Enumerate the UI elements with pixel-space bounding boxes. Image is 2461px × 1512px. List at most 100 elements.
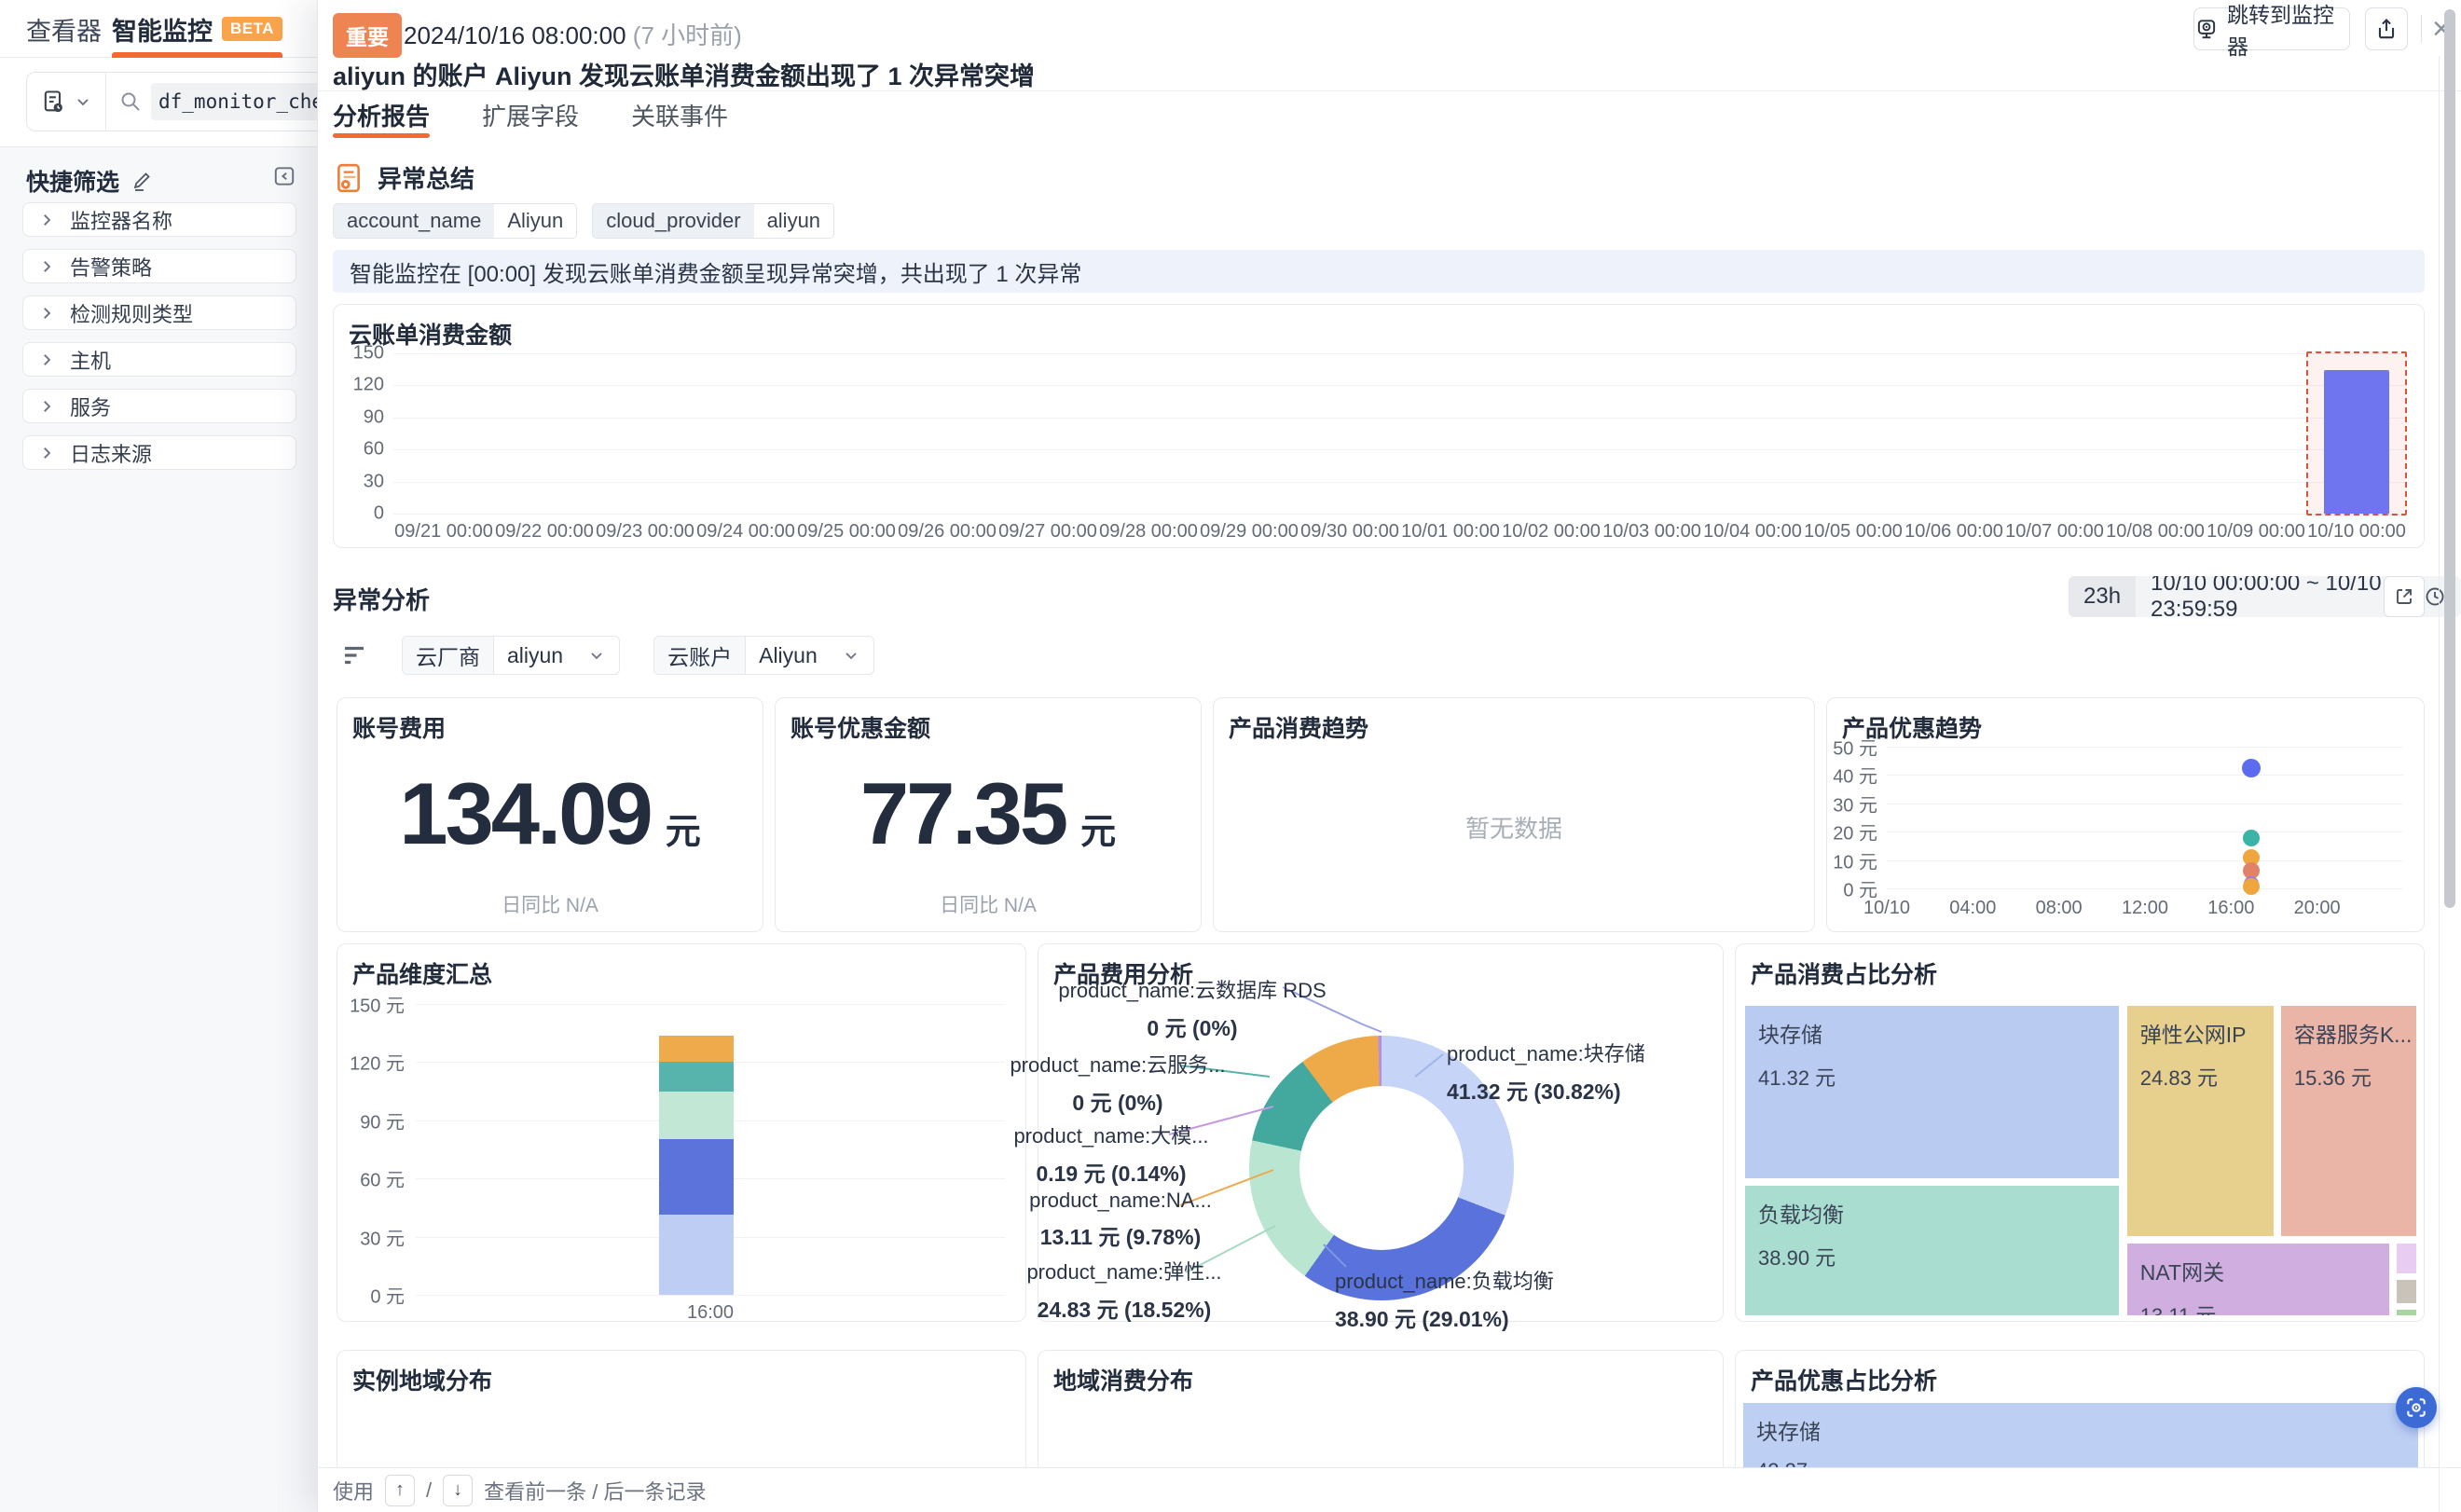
treemap-label: 弹性公网IP bbox=[2140, 1017, 2274, 1049]
search-icon bbox=[119, 90, 142, 113]
x-tick-label: 09/26 00:00 bbox=[897, 521, 997, 543]
filter-item-label: 日志来源 bbox=[70, 438, 152, 468]
x-tick-label: 04:00 bbox=[1949, 898, 1996, 919]
y-tick-label: 150 元 bbox=[350, 991, 405, 1018]
treemap-block-sliver[interactable] bbox=[2395, 1308, 2418, 1317]
stack-segment-NAT网关[interactable] bbox=[659, 1036, 734, 1061]
quick-filter-header: 快捷筛选 bbox=[26, 164, 153, 198]
scroll-track-divider bbox=[2439, 56, 2440, 1512]
x-tick-label: 09/29 00:00 bbox=[1199, 521, 1299, 543]
y-tick-label: 60 元 bbox=[360, 1165, 405, 1192]
chart-title: 产品维度汇总 bbox=[352, 956, 492, 990]
arrow-down-key-icon: ↓ bbox=[443, 1475, 473, 1506]
chevron-right-icon bbox=[38, 305, 55, 322]
stack-segment-弹性公网IP[interactable] bbox=[659, 1092, 734, 1140]
select-label: 云账户 bbox=[654, 637, 746, 674]
gridline bbox=[1887, 747, 2403, 748]
collapse-sidebar-icon[interactable] bbox=[272, 164, 296, 188]
chevron-down-icon bbox=[74, 92, 92, 111]
treemap-block-sliver[interactable] bbox=[2395, 1278, 2418, 1305]
share-button[interactable] bbox=[2365, 7, 2408, 50]
chart-card-instance-region: 实例地域分布 bbox=[337, 1350, 1026, 1467]
treemap-block-块存储[interactable]: 块存储41.32 元 bbox=[1743, 1004, 2121, 1180]
filter-item-alert-policy[interactable]: 告警策略 bbox=[22, 249, 296, 283]
x-tick-label: 10/09 00:00 bbox=[2206, 521, 2306, 543]
chart-title: 地域消费分布 bbox=[1053, 1363, 1193, 1396]
stat-subtext: 日同比 N/A bbox=[776, 890, 1201, 918]
filter-item-rule-type[interactable]: 检测规则类型 bbox=[22, 296, 296, 330]
x-tick-label: 09/24 00:00 bbox=[695, 521, 796, 543]
filter-item-log-source[interactable]: 日志来源 bbox=[22, 435, 296, 470]
filter-item-host[interactable]: 主机 bbox=[22, 342, 296, 377]
open-in-new-button[interactable] bbox=[2384, 576, 2425, 617]
x-tick-label: 10/05 00:00 bbox=[1803, 521, 1904, 543]
severity-badge: 重要 bbox=[333, 13, 402, 58]
timestamp-value: 2024/10/16 08:00:00 bbox=[404, 21, 626, 49]
monitor-icon bbox=[2194, 17, 2219, 41]
treemap-block-弹性公网IP[interactable]: 弹性公网IP24.83 元 bbox=[2125, 1004, 2275, 1238]
chart-title: 实例地域分布 bbox=[352, 1363, 492, 1396]
chart-title: 产品优惠占比分析 bbox=[1751, 1363, 1937, 1396]
x-tick-label: 10/04 00:00 bbox=[1702, 521, 1803, 543]
clock-icon bbox=[2424, 585, 2446, 608]
stack-segment-容器服务K8s[interactable] bbox=[659, 1062, 734, 1092]
footer-text: 查看前一条 / 后一条记录 bbox=[484, 1476, 706, 1505]
filter-item-monitor-name[interactable]: 监控器名称 bbox=[22, 202, 296, 237]
stack-segment-负载均衡[interactable] bbox=[659, 1139, 734, 1215]
select-value: aliyun bbox=[507, 643, 563, 668]
scatter-dot-其他[interactable] bbox=[2243, 878, 2260, 895]
event-detail-panel: 重要 2024/10/16 08:00:00 (7 小时前) 跳转到监控器 × … bbox=[317, 0, 2461, 1512]
y-axis: 0 元10 元20 元30 元40 元50 元 bbox=[1827, 747, 1877, 888]
treemap-block-NAT网关[interactable]: NAT网关13.11 元 bbox=[2125, 1242, 2391, 1317]
chart-card-product-discount-trend: 产品优惠趋势 0 元10 元20 元30 元40 元50 元 10/1004:0… bbox=[1826, 697, 2425, 932]
tab-smart-monitor[interactable]: 智能监控 BETA bbox=[112, 0, 282, 58]
x-tick-label: 20:00 bbox=[2294, 898, 2341, 919]
tag-cloud-provider[interactable]: cloud_provider aliyun bbox=[592, 203, 834, 239]
x-tick-label: 09/21 00:00 bbox=[393, 521, 494, 543]
tab-smart-monitor-label: 智能监控 bbox=[112, 11, 213, 48]
time-range-text: 10/10 00:00:00 ~ 10/10 23:59:59 bbox=[2151, 576, 2413, 617]
search-box[interactable]: df_monitor_check bbox=[26, 72, 334, 131]
tag-account-name[interactable]: account_name Aliyun bbox=[333, 203, 577, 239]
donut-label-ecs: product_name:云服务...0 元 (0%) bbox=[1010, 1049, 1225, 1117]
x-tick-label: 10/06 00:00 bbox=[1904, 521, 2004, 543]
chart-title: 产品消费占比分析 bbox=[1751, 956, 1937, 990]
treemap-label: 块存储 bbox=[1756, 1414, 2418, 1446]
footer-separator: / bbox=[426, 1478, 432, 1503]
gridline bbox=[1887, 775, 2403, 776]
inspect-floating-button[interactable] bbox=[2396, 1387, 2437, 1428]
tab-extended-fields[interactable]: 扩展字段 bbox=[482, 91, 579, 138]
summary-heading-label: 异常总结 bbox=[378, 160, 474, 195]
treemap-block-负载均衡[interactable]: 负载均衡38.90 元 bbox=[1743, 1184, 2121, 1317]
tab-analysis-report[interactable]: 分析报告 bbox=[333, 91, 430, 138]
analysis-heading: 异常分析 bbox=[333, 582, 430, 616]
select-cloud-provider[interactable]: 云厂商 aliyun bbox=[402, 636, 620, 675]
stack-segment-块存储[interactable] bbox=[659, 1215, 734, 1295]
scatter-dot-容器服务K8s[interactable] bbox=[2243, 830, 2260, 846]
anomaly-bar[interactable] bbox=[2324, 370, 2388, 514]
tab-related-events[interactable]: 关联事件 bbox=[631, 91, 728, 138]
filter-item-service[interactable]: 服务 bbox=[22, 389, 296, 423]
event-timestamp: 2024/10/16 08:00:00 (7 小时前) bbox=[404, 17, 742, 51]
select-cloud-account[interactable]: 云账户 Aliyun bbox=[653, 636, 874, 675]
analysis-filters: 云厂商 aliyun 云账户 Aliyun bbox=[340, 636, 874, 675]
jump-to-monitor-label: 跳转到监控器 bbox=[2227, 0, 2349, 61]
viewer-type-dropdown[interactable] bbox=[27, 73, 106, 131]
stat-unit: 元 bbox=[1080, 803, 1116, 854]
search-input[interactable]: df_monitor_check bbox=[106, 83, 333, 120]
filter-lines-icon[interactable] bbox=[340, 641, 368, 669]
chart-card-product-dimension: 产品维度汇总 0 元30 元60 元90 元120 元150 元 16:00 bbox=[337, 943, 1026, 1322]
jump-to-monitor-button[interactable]: 跳转到监控器 bbox=[2193, 7, 2350, 50]
filter-item-label: 主机 bbox=[70, 345, 111, 375]
tab-viewer[interactable]: 查看器 bbox=[26, 0, 102, 58]
x-tick-label: 10/03 00:00 bbox=[1602, 521, 1702, 543]
x-tick-label: 10/10 00:00 bbox=[2306, 521, 2407, 543]
scrollbar[interactable] bbox=[2444, 9, 2455, 908]
treemap-block-sliver[interactable] bbox=[2395, 1242, 2418, 1274]
scatter-dot-块存储[interactable] bbox=[2242, 759, 2261, 777]
treemap-block-block-storage[interactable]: 块存储 42.27 bbox=[1743, 1403, 2418, 1467]
edit-pencil-icon[interactable] bbox=[131, 170, 153, 192]
y-tick-label: 40 元 bbox=[1833, 762, 1877, 789]
treemap-value: 38.90 元 bbox=[1758, 1242, 2119, 1271]
treemap-block-容器服务K...[interactable]: 容器服务K...15.36 元 bbox=[2279, 1004, 2418, 1238]
